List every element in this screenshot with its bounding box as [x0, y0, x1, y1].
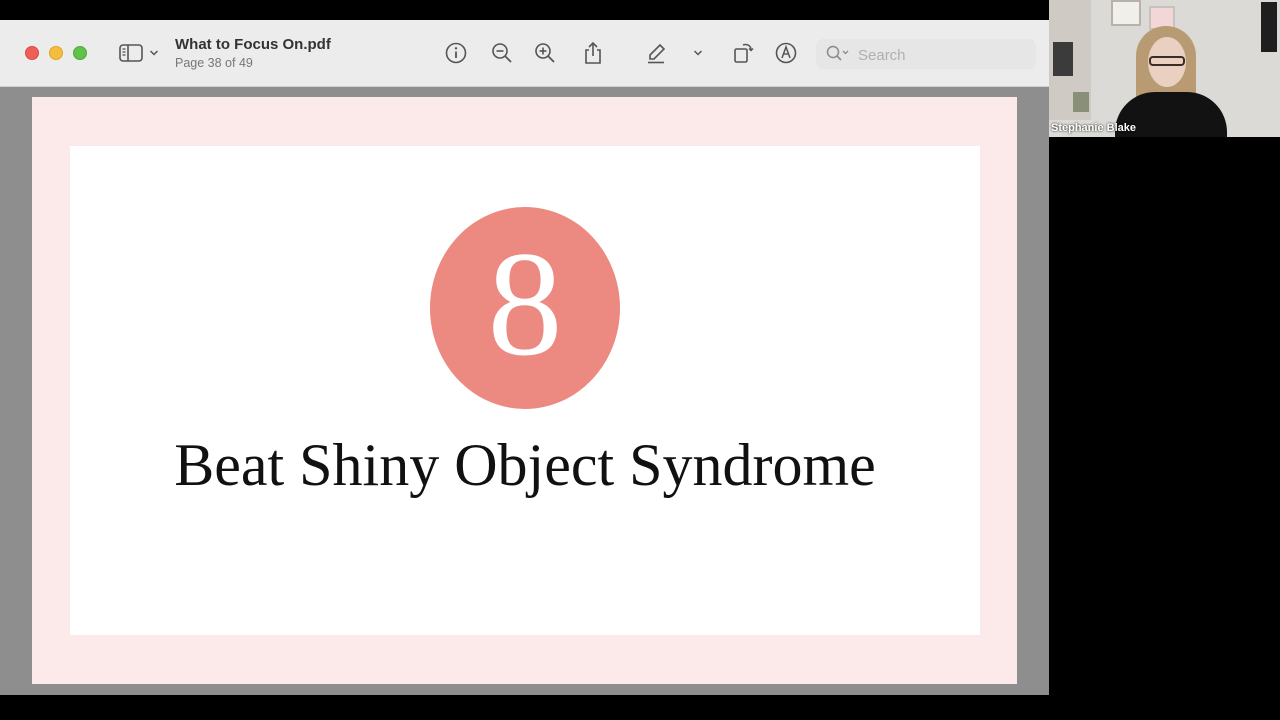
search-field[interactable]: [816, 39, 1036, 69]
wall-frame: [1111, 0, 1141, 26]
shelf-object: [1053, 42, 1073, 76]
markup-button[interactable]: [772, 39, 800, 67]
participant-name: Stephanie Blake: [1051, 122, 1136, 134]
window-toolbar: What to Focus On.pdf Page 38 of 49: [0, 20, 1049, 87]
zoom-window-button[interactable]: [73, 46, 87, 60]
zoom-out-button[interactable]: [488, 39, 516, 67]
pdf-page: 8 Beat Shiny Object Syndrome: [32, 97, 1017, 684]
search-input[interactable]: [856, 44, 1030, 66]
document-title: What to Focus On.pdf: [175, 36, 331, 53]
slide-content: 8 Beat Shiny Object Syndrome: [70, 146, 980, 635]
rotate-button[interactable]: [729, 39, 757, 67]
zoom-out-icon: [492, 43, 512, 63]
highlight-button[interactable]: [642, 39, 670, 67]
slide-number: 8: [487, 221, 563, 387]
markup-icon: [775, 42, 797, 64]
chevron-down-icon: [149, 50, 159, 56]
sidebar-toggle-button[interactable]: [116, 39, 146, 67]
info-icon: [445, 42, 467, 64]
screen-share-top-bar: [0, 0, 1049, 20]
zoom-in-icon: [535, 43, 555, 63]
wall-frame: [1261, 2, 1277, 52]
view-options-button[interactable]: [146, 39, 162, 67]
page-indicator: Page 38 of 49: [175, 56, 253, 70]
share-button[interactable]: [579, 39, 607, 67]
search-icon: [826, 45, 849, 61]
participant-video-tile[interactable]: Stephanie Blake: [1049, 0, 1280, 137]
preview-window: What to Focus On.pdf Page 38 of 49 Searc…: [0, 20, 1049, 695]
rotate-icon: [734, 43, 754, 63]
close-window-button[interactable]: [25, 46, 39, 60]
participant-glasses: [1149, 56, 1185, 66]
share-icon: [585, 41, 601, 64]
highlight-options-button[interactable]: [690, 39, 706, 67]
shelf-object: [1073, 92, 1089, 112]
minimize-window-button[interactable]: [49, 46, 63, 60]
sidebar-icon: [119, 44, 143, 62]
number-badge: 8: [430, 207, 620, 409]
highlight-pen-icon: [648, 43, 666, 64]
chevron-down-icon: [693, 50, 703, 56]
slide-title: Beat Shiny Object Syndrome: [174, 432, 876, 498]
inspector-button[interactable]: [442, 39, 470, 67]
zoom-in-button[interactable]: [531, 39, 559, 67]
